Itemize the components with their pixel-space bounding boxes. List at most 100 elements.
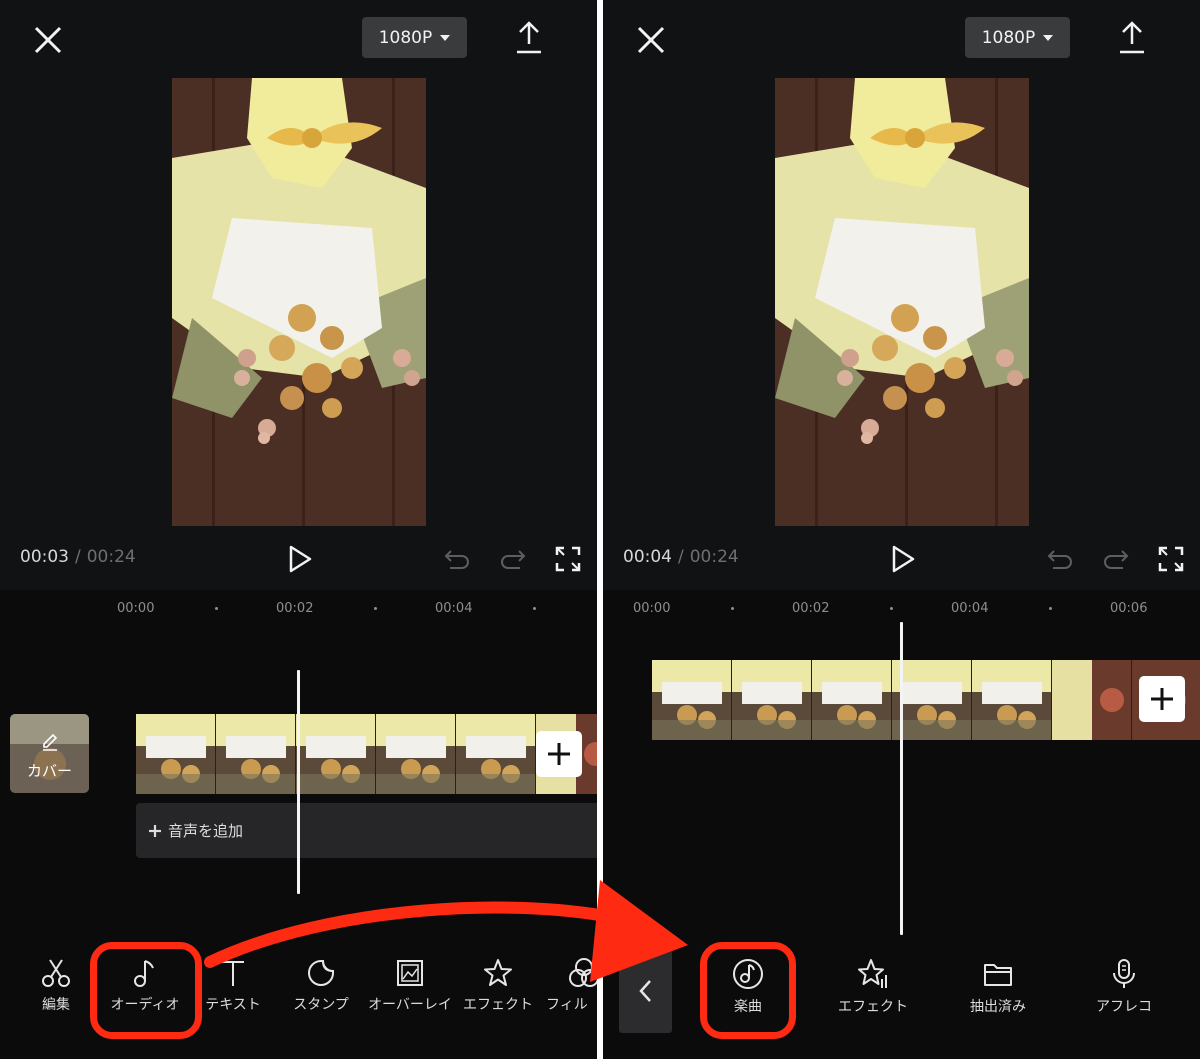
clip-thumbnail <box>972 660 1052 740</box>
export-icon[interactable] <box>513 20 545 56</box>
clip-thumbnail <box>296 714 376 794</box>
ruler-label: 00:06 <box>1110 601 1148 616</box>
ruler-dot <box>731 607 734 610</box>
scissors-icon <box>42 959 70 987</box>
overlay-icon <box>397 960 423 986</box>
plus-icon <box>1151 688 1173 710</box>
ruler-dot <box>533 607 536 610</box>
playhead[interactable] <box>297 670 300 894</box>
time-current: 00:03 <box>20 547 69 567</box>
clip-thumbnail <box>1052 660 1132 740</box>
cover-thumbnail <box>10 714 89 793</box>
playhead[interactable] <box>900 622 903 935</box>
video-clip-track[interactable] <box>136 714 597 794</box>
clip-thumbnail <box>376 714 456 794</box>
redo-icon[interactable] <box>1101 545 1131 573</box>
cover-label: カバー <box>26 762 72 780</box>
plus-icon <box>149 824 161 837</box>
export-icon[interactable] <box>1116 20 1148 56</box>
video-preview[interactable] <box>172 78 426 526</box>
play-icon[interactable] <box>286 544 314 574</box>
cover-button[interactable]: カバー <box>10 714 89 793</box>
tool-edit-label: 編集 <box>42 997 70 1013</box>
fullscreen-icon[interactable] <box>554 545 582 573</box>
tool-text[interactable]: テキスト <box>196 957 270 1015</box>
left-screen: 1080P 00:03 / 00:24 00:00 00:02 00:04 カバ… <box>0 0 597 1059</box>
folder-icon <box>984 964 1012 986</box>
play-icon[interactable] <box>889 544 917 574</box>
tool-filter[interactable]: フィル <box>546 957 597 1015</box>
ruler-label: 00:00 <box>117 601 155 616</box>
video-clip-track[interactable] <box>652 660 1200 740</box>
sticker-icon <box>308 960 334 986</box>
tool-effect[interactable]: エフェクト <box>456 957 540 1015</box>
clip-thumbnail <box>732 660 812 740</box>
tool-extracted-label: 抽出済み <box>970 999 1026 1015</box>
tool-extracted[interactable]: 抽出済み <box>953 957 1043 1017</box>
time-separator: / <box>75 547 81 567</box>
pencil-icon <box>43 733 58 751</box>
clip-thumbnail <box>136 714 216 794</box>
clip-thumbnail <box>652 660 732 740</box>
time-current: 00:04 <box>623 547 672 567</box>
undo-icon[interactable] <box>442 545 472 573</box>
time-display: 00:04 /00:24 <box>623 547 739 567</box>
tool-sticker-label: スタンプ <box>293 997 349 1013</box>
highlight-audio-tool <box>90 942 202 1039</box>
add-clip-button[interactable] <box>1139 676 1185 722</box>
time-total: 00:24 <box>86 547 136 567</box>
bouquet-image <box>775 78 1029 526</box>
tool-sound-effect[interactable]: エフェクト <box>825 957 921 1017</box>
ruler-label: 00:02 <box>276 601 314 616</box>
right-screen: 1080P 00:04 / 00:24 00:00 00:02 00:04 00… <box>603 0 1200 1059</box>
effect-star-icon <box>484 959 512 986</box>
tool-text-label: テキスト <box>205 997 261 1013</box>
time-total: 00:24 <box>689 547 739 567</box>
top-bar: 1080P <box>0 0 597 78</box>
undo-icon[interactable] <box>1045 545 1075 573</box>
sound-effect-icon <box>858 959 887 988</box>
resolution-button[interactable]: 1080P <box>362 17 467 58</box>
chevron-left-icon <box>638 980 651 1002</box>
clip-thumbnail <box>456 714 536 794</box>
text-icon <box>222 961 244 986</box>
resolution-label: 1080P <box>981 27 1036 48</box>
close-icon[interactable] <box>633 22 669 58</box>
ruler-label: 00:00 <box>633 601 671 616</box>
back-button[interactable] <box>619 949 672 1033</box>
tool-overlay-label: オーバーレイ <box>368 997 452 1013</box>
microphone-icon <box>1113 959 1135 988</box>
add-clip-button[interactable] <box>536 731 582 777</box>
tool-effect-label: エフェクト <box>463 997 533 1013</box>
tool-edit[interactable]: 編集 <box>26 957 86 1015</box>
fullscreen-icon[interactable] <box>1157 545 1185 573</box>
tool-overlay[interactable]: オーバーレイ <box>366 957 454 1015</box>
filter-icon <box>569 958 597 987</box>
top-bar: 1080P <box>603 0 1200 78</box>
ruler-dot <box>890 607 893 610</box>
clip-thumbnail <box>892 660 972 740</box>
clip-thumbnail <box>812 660 892 740</box>
clip-thumbnail <box>216 714 296 794</box>
close-icon[interactable] <box>30 22 66 58</box>
caret-down-icon <box>440 34 451 41</box>
ruler-label: 00:04 <box>435 601 473 616</box>
playback-bar: 00:04 /00:24 <box>603 530 1200 586</box>
bouquet-image <box>172 78 426 526</box>
video-preview[interactable] <box>775 78 1029 526</box>
tool-sticker[interactable]: スタンプ <box>284 957 358 1015</box>
ruler-dot <box>215 607 218 610</box>
timeline[interactable]: 00:00 00:02 00:04 00:06 <box>603 590 1200 935</box>
ruler-dot <box>1049 607 1052 610</box>
highlight-music-tool <box>700 942 796 1039</box>
tool-voiceover-label: アフレコ <box>1096 999 1152 1015</box>
redo-icon[interactable] <box>498 545 528 573</box>
add-audio-button[interactable]: 音声を追加 <box>136 803 597 858</box>
ruler-label: 00:04 <box>951 601 989 616</box>
timeline[interactable]: 00:00 00:02 00:04 カバー 音声を追加 <box>0 590 597 935</box>
resolution-button[interactable]: 1080P <box>965 17 1070 58</box>
tool-voiceover[interactable]: アフレコ <box>1079 957 1169 1017</box>
plus-icon <box>548 743 570 765</box>
ruler-label: 00:02 <box>792 601 830 616</box>
time-separator: / <box>678 547 684 567</box>
